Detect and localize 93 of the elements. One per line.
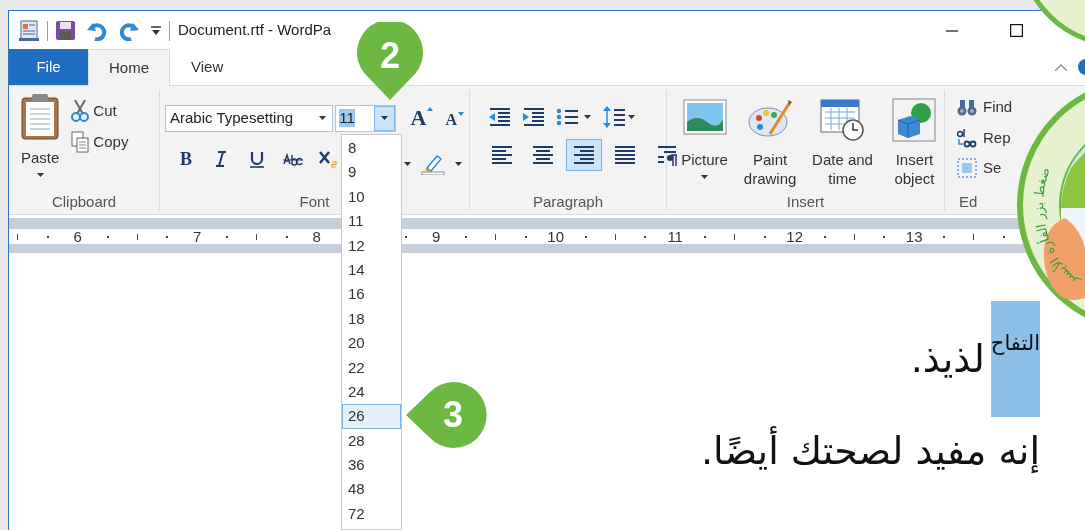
document-text: إنه مفيد لصحتك أيضًا. [700,423,1040,479]
font-size-option[interactable]: 20 [342,331,401,356]
increase-indent-icon[interactable] [522,107,544,127]
file-menu-tab[interactable]: File [9,49,88,85]
ruler-number: 12 [786,229,804,244]
clipboard-icon [21,94,60,140]
highlighter-icon[interactable] [421,153,445,175]
group-label: Clipboard [51,191,117,212]
paragraph-direction-icon[interactable] [656,144,678,166]
editing-button[interactable]: Find [955,96,1015,119]
dropdown-button[interactable] [373,105,395,131]
document-text: لذيذ. [910,336,985,383]
replace-icon [957,127,977,148]
editing-button[interactable]: Se [955,157,1004,180]
font-size-option[interactable]: 22 [342,355,401,380]
ruler-number: 9 [432,229,441,244]
selected-text: التفاح [990,301,1040,417]
customize-menu-icon[interactable] [151,25,161,36]
ruler-number: 8 [312,229,321,244]
scissors-icon [71,100,90,123]
ruler-number: 10 [547,229,565,244]
editing-button[interactable]: Rep [955,126,1013,149]
caret-icon [319,116,327,120]
insert-button[interactable]: Picture [675,98,735,188]
font-size-option[interactable]: 26 [342,404,401,429]
shrink-font-button[interactable]: A [440,105,469,131]
font-size-field[interactable]: 11 [335,104,396,132]
font-size-option[interactable]: 9 [342,160,401,185]
step-marker: 3 [404,380,488,450]
caret-icon[interactable] [404,162,411,166]
group-label: Insert [786,191,825,212]
document-app-icon[interactable] [19,19,39,42]
font-size-option[interactable]: 14 [342,257,401,283]
justify-icon [615,145,635,165]
caret-icon [380,116,388,120]
undo-icon[interactable] [87,20,107,41]
bullet-list-icon[interactable] [556,108,578,126]
group-label: Paragraph [532,191,604,212]
caret-icon [628,115,635,119]
line-spacing-icon[interactable] [603,106,625,128]
selection-icon [957,158,977,179]
collapse-ribbon-icon[interactable] [1055,64,1067,71]
binoculars-icon [957,97,977,118]
align-right-button[interactable] [566,139,602,171]
bold-button[interactable]: B [172,147,200,171]
copy-icon [71,130,90,153]
font-size-option[interactable]: 28 [342,428,401,454]
font-size-option[interactable]: 11 [342,209,401,234]
calendar-clock-icon [820,98,865,142]
minimize-icon[interactable] [946,29,958,32]
step-marker: 2 [355,22,425,102]
save-icon[interactable] [56,21,75,40]
font-size-option[interactable]: 18 [342,306,401,332]
font-size-option[interactable]: 8 [342,136,401,161]
insert-button[interactable]: Paint drawing [740,98,801,188]
font-size-option[interactable]: 36 [342,453,401,478]
font-size-option[interactable]: 16 [342,282,401,307]
insert-button[interactable]: Date and time [806,98,879,188]
ribbon-tab[interactable]: Home [88,49,170,86]
font-size-option[interactable]: 12 [342,233,401,258]
caret-icon [701,175,709,179]
caret-icon [36,173,44,177]
font-size-option[interactable]: 24 [342,379,401,405]
group-label: Font [299,191,330,212]
copy-button[interactable]: Copy [69,130,131,153]
subscript-icon[interactable] [319,149,339,169]
decrease-indent-icon[interactable] [488,107,510,127]
paste-button[interactable]: Paste [17,94,64,177]
align-center-icon [533,145,553,165]
align-right-icon [574,145,594,165]
ruler-number: 13 [905,229,923,244]
font-size-option[interactable]: 10 [342,184,401,210]
down-triangle-icon [458,112,464,116]
align-left-icon [492,145,512,165]
caret-icon [584,115,591,119]
font-size-option[interactable]: 72 [342,501,401,527]
up-triangle-icon [427,107,434,111]
redo-icon[interactable] [119,20,139,41]
grow-font-button[interactable]: A [405,104,439,132]
caret-icon[interactable] [455,162,462,166]
group-label: Ed [959,191,978,212]
window-title: Document.rtf - WordPa [178,20,332,41]
maximize-icon[interactable] [1010,24,1023,37]
ruler-number: 6 [73,229,82,244]
insert-button[interactable]: Insert object [884,98,944,188]
font-name-field[interactable]: Arabic Typesetting [165,104,334,132]
font-size-option[interactable]: 48 [342,477,401,502]
help-icon[interactable] [1077,59,1085,75]
cut-button[interactable]: Cut [69,100,131,123]
ruler-number: 7 [193,229,202,244]
ruler-number: 11 [667,229,683,244]
ribbon-tab[interactable]: View [170,49,245,85]
underline-icon[interactable] [247,149,267,169]
